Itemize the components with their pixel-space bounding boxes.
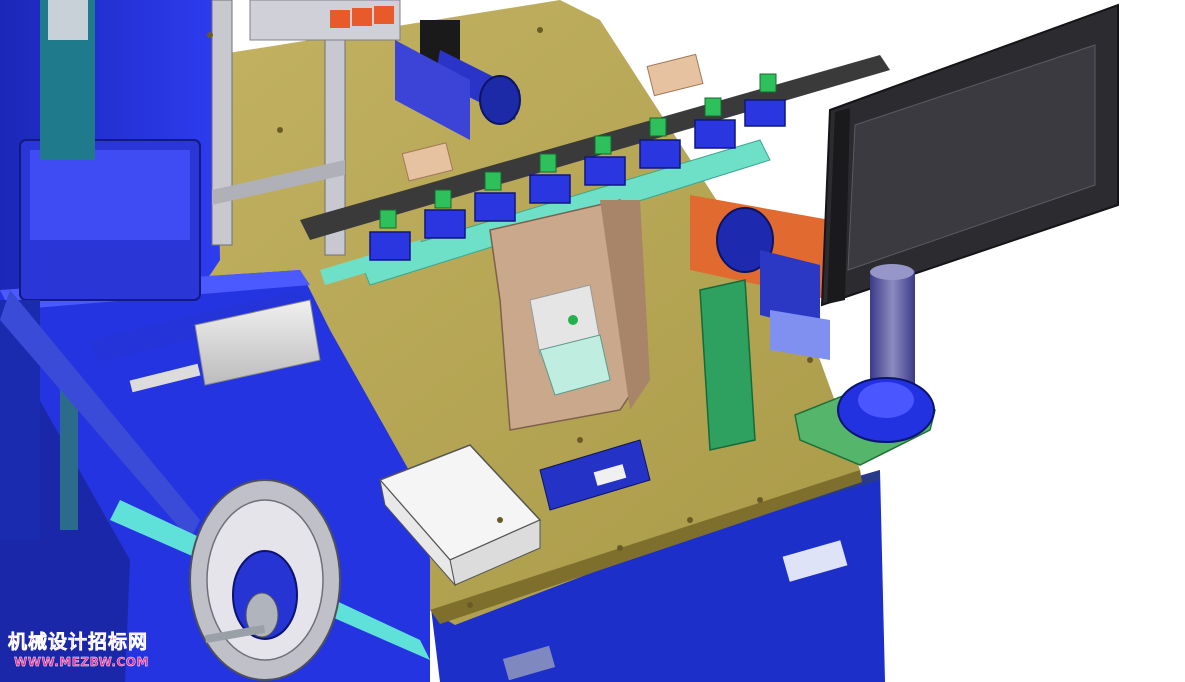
green-bracket [699, 279, 756, 451]
machine-illustration: 机械设计招标网 WWW.MEZBW.COM [0, 0, 1119, 682]
tape-reel [189, 479, 341, 681]
watermark: 机械设计招标网 WWW.MEZBW.COM [8, 630, 149, 670]
watermark-url: WWW.MEZBW.COM [14, 655, 149, 669]
watermark-site-name: 机械设计招标网 [8, 630, 148, 653]
cad-render-viewport: 机械设计招标网 WWW.MEZBW.COM [0, 0, 1185, 682]
press-fixture [489, 199, 650, 431]
